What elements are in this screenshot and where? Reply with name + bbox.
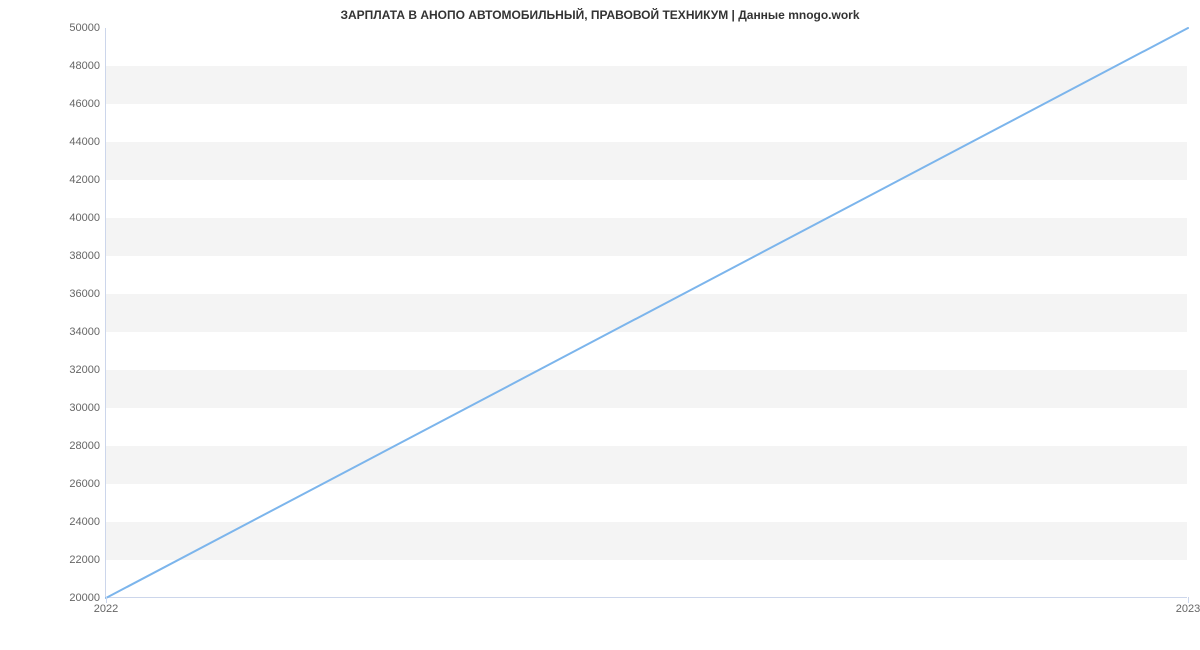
y-tick-label: 42000 — [69, 174, 106, 186]
y-tick-label: 24000 — [69, 516, 106, 528]
y-tick-label: 32000 — [69, 364, 106, 376]
y-tick-label: 46000 — [69, 98, 106, 110]
plot-area: 2000022000240002600028000300003200034000… — [105, 28, 1187, 598]
y-tick-label: 22000 — [69, 554, 106, 566]
y-tick-label: 38000 — [69, 250, 106, 262]
line-series-layer — [106, 28, 1188, 598]
x-tick-label: 2023 — [1176, 597, 1200, 615]
y-tick-label: 26000 — [69, 478, 106, 490]
y-tick-label: 30000 — [69, 402, 106, 414]
chart-title: ЗАРПЛАТА В АНОПО АВТОМОБИЛЬНЫЙ, ПРАВОВОЙ… — [0, 8, 1200, 22]
y-tick-label: 50000 — [69, 22, 106, 34]
y-tick-label: 48000 — [69, 60, 106, 72]
y-tick-label: 34000 — [69, 326, 106, 338]
y-tick-label: 36000 — [69, 288, 106, 300]
x-tick-label: 2022 — [94, 597, 118, 615]
y-tick-label: 44000 — [69, 136, 106, 148]
line-series — [106, 28, 1188, 598]
chart-container: ЗАРПЛАТА В АНОПО АВТОМОБИЛЬНЫЙ, ПРАВОВОЙ… — [0, 0, 1200, 650]
y-tick-label: 40000 — [69, 212, 106, 224]
y-tick-label: 28000 — [69, 440, 106, 452]
